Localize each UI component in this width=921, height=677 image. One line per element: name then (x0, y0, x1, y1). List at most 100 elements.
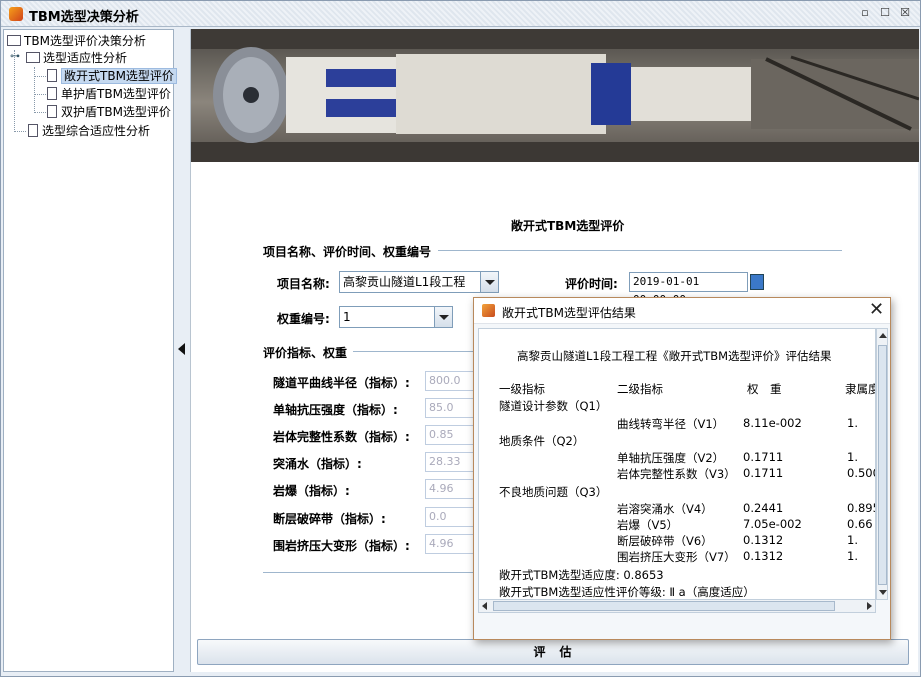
indicator-input[interactable]: 0.0 (425, 507, 477, 527)
tree-root[interactable]: TBM选型评价决策分析 (7, 32, 146, 50)
row-name: 围岩挤压大变形（V7） (617, 550, 736, 564)
indicator-input[interactable]: 0.85 (425, 425, 477, 445)
indicator-label: 岩爆（指标）: (273, 484, 350, 498)
calendar-icon[interactable] (750, 274, 764, 290)
tbm-machine-image (191, 29, 919, 162)
tree-group-adaptability[interactable]: 选型适应性分析 (26, 49, 127, 67)
maximize-icon[interactable]: ☐ (877, 5, 893, 21)
expand-toggle-icon[interactable]: ⊶ (10, 51, 20, 62)
evaluate-button[interactable]: 评 估 (197, 639, 909, 665)
row-membership: 0.500 (847, 466, 875, 480)
horizontal-scrollbar[interactable] (478, 599, 876, 613)
row-membership: 0.66 (847, 517, 873, 531)
scroll-up-icon[interactable] (879, 333, 887, 338)
weight-id-label: 权重编号: (277, 312, 330, 326)
dialog-title-bar[interactable]: 敞开式TBM选型评估结果 ✕ (474, 298, 890, 324)
row-membership: 1. (847, 416, 858, 430)
section-indicators: 评价指标、权重 (263, 344, 352, 361)
close-icon[interactable]: ✕ (869, 300, 884, 320)
scroll-left-icon[interactable] (482, 602, 487, 610)
folder-open-icon (26, 52, 40, 63)
tree-connector (14, 50, 15, 132)
tree-connector (34, 112, 46, 113)
navigation-tree: TBM选型评价决策分析 ⊶ 选型适应性分析 敞开式TBM选型评价 单护盾TBM选… (3, 29, 177, 672)
row-weight: 0.2441 (743, 501, 784, 515)
tree-item-label: 单护盾TBM选型评价 (61, 87, 171, 101)
chevron-down-icon[interactable] (480, 272, 498, 292)
scroll-down-icon[interactable] (879, 590, 887, 595)
row-weight: 0.1711 (743, 466, 784, 480)
indicator-input[interactable]: 28.33 (425, 452, 477, 472)
scrollbar-thumb[interactable] (493, 601, 835, 611)
row-name: 岩溶突涌水（V4） (617, 502, 713, 516)
column-header-level1: 一级指标 (499, 382, 545, 396)
result-dialog: 敞开式TBM选型评估结果 ✕ 高黎贡山隧道L1段工程工程《敞开式TBM选型评价》… (473, 297, 891, 640)
document-icon (47, 69, 57, 82)
form-title: 敞开式TBM选型评价 (511, 219, 625, 233)
vertical-scrollbar[interactable] (876, 328, 888, 600)
row-membership: 0.895 (847, 501, 875, 515)
indicator-input[interactable]: 4.96 (425, 479, 477, 499)
row-name: 断层破碎带（V6） (617, 534, 713, 548)
row-weight: 7.05e-002 (743, 517, 802, 531)
weight-id-select[interactable]: 1 (339, 306, 453, 328)
tree-item-comprehensive[interactable]: 选型综合适应性分析 (28, 122, 150, 140)
project-name-select[interactable]: 高黎贡山隧道L1段工程 (339, 271, 499, 293)
row-membership: 1. (847, 549, 858, 563)
row-name: 岩爆（V5） (617, 518, 679, 532)
scrollbar-thumb[interactable] (878, 345, 887, 585)
row-membership: 1. (847, 533, 858, 547)
tree-connector (34, 76, 46, 77)
tree-item-label: 敞开式TBM选型评价 (61, 68, 177, 84)
row-weight: 0.1312 (743, 533, 784, 547)
project-name-value: 高黎贡山隧道L1段工程 (343, 275, 466, 289)
tree-item-double-shield[interactable]: 双护盾TBM选型评价 (47, 103, 171, 121)
folder-icon (7, 35, 21, 46)
window-title: TBM选型决策分析 (29, 10, 139, 25)
row-name: 岩体完整性系数（V3） (617, 467, 736, 481)
project-name-label: 项目名称: (277, 277, 330, 291)
indicator-input[interactable]: 4.96 (425, 534, 477, 554)
app-icon (9, 7, 23, 21)
column-header-weight: 权 重 (747, 382, 782, 396)
indicator-label: 围岩挤压大变形（指标）: (273, 539, 410, 553)
scroll-right-icon[interactable] (867, 602, 872, 610)
row-membership: 1. (847, 450, 858, 464)
section-project-info: 项目名称、评价时间、权重编号 (263, 243, 436, 260)
indicator-input[interactable]: 800.0 (425, 371, 477, 391)
minimize-icon[interactable]: ▫ (857, 5, 873, 21)
section-divider (263, 572, 477, 573)
tree-item-label: 双护盾TBM选型评价 (61, 105, 171, 119)
app-window: TBM选型决策分析 ▫ ☐ ☒ TBM选型评价决策分析 ⊶ 选型适应性分析 敞开… (0, 0, 921, 677)
result-text-area[interactable]: 高黎贡山隧道L1段工程工程《敞开式TBM选型评价》评估结果 一级指标 二级指标 … (478, 328, 876, 600)
result-heading: 高黎贡山隧道L1段工程工程《敞开式TBM选型评价》评估结果 (517, 349, 832, 363)
row-name: 曲线转弯半径（V1） (617, 417, 725, 431)
section-divider (438, 250, 842, 251)
row-weight: 0.1312 (743, 549, 784, 563)
tree-connector (34, 94, 46, 95)
indicator-label: 突涌水（指标）: (273, 457, 362, 471)
tree-item-label: 选型综合适应性分析 (42, 124, 151, 138)
document-icon (47, 87, 57, 100)
eval-time-label: 评价时间: (565, 277, 618, 291)
collapse-sidebar-icon[interactable] (178, 343, 185, 355)
weight-id-value: 1 (343, 310, 351, 324)
indicator-input[interactable]: 85.0 (425, 398, 477, 418)
indicator-label: 岩体完整性系数（指标）: (273, 430, 410, 444)
chevron-down-icon[interactable] (434, 307, 452, 327)
tree-item-open-tbm[interactable]: 敞开式TBM选型评价 (47, 67, 177, 85)
tree-group-label: 选型适应性分析 (43, 51, 128, 65)
group-label: 不良地质问题（Q3） (499, 485, 608, 499)
eval-time-input[interactable]: 2019-01-01 00:00:00 (629, 272, 748, 306)
indicator-label: 断层破碎带（指标）: (273, 512, 386, 526)
close-icon[interactable]: ☒ (897, 5, 913, 21)
tree-item-single-shield[interactable]: 单护盾TBM选型评价 (47, 85, 171, 103)
title-bar[interactable]: TBM选型决策分析 ▫ ☐ ☒ (1, 1, 920, 27)
app-icon (482, 304, 495, 317)
group-label: 地质条件（Q2） (499, 434, 585, 448)
indicator-label: 单轴抗压强度（指标）: (273, 403, 398, 417)
tree-connector (14, 131, 26, 132)
group-label: 隧道设计参数（Q1） (499, 399, 608, 413)
row-name: 单轴抗压强度（V2） (617, 451, 725, 465)
document-icon (28, 124, 38, 137)
